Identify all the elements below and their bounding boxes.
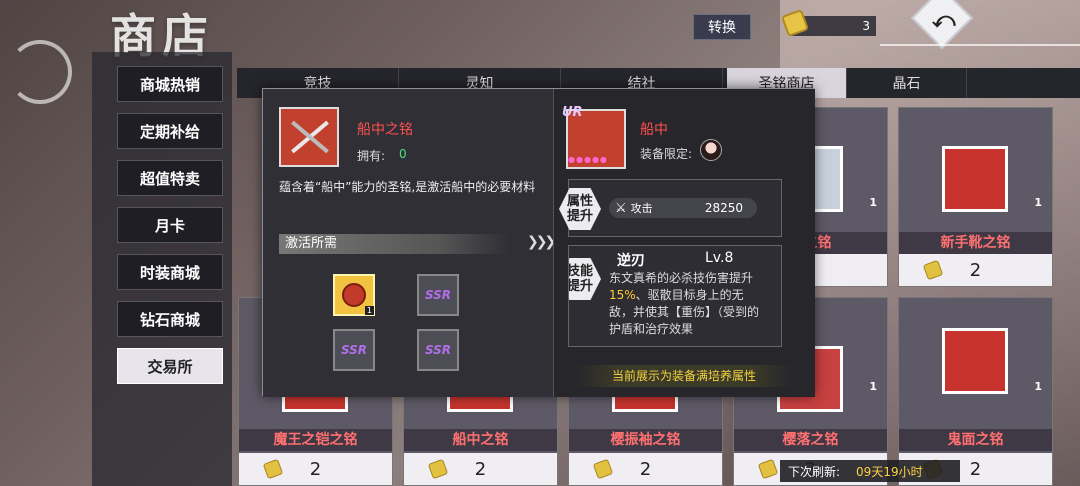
- sword-item-icon: [279, 107, 339, 167]
- sidebar-item-supply[interactable]: 定期补给: [117, 113, 223, 149]
- gold-sigil-icon: [342, 283, 366, 307]
- skill-name: 逆刃: [617, 253, 645, 269]
- card-price: 2: [239, 453, 392, 485]
- skill-level: Lv.8: [705, 250, 734, 266]
- target-name: 船中: [640, 122, 668, 138]
- attribute-box: 属性 提升 ⚔ 攻击 28250: [559, 179, 782, 237]
- sidebar-item-hot-sales[interactable]: 商城热销: [117, 66, 223, 102]
- tab-crystal[interactable]: 晶石: [847, 68, 967, 98]
- sidebar-item-diamond[interactable]: 钻石商城: [117, 301, 223, 337]
- ssr-icon: SSR: [424, 288, 452, 302]
- card-name: 樱振袖之铭: [569, 429, 722, 451]
- crossed-swords-icon: ⚔: [615, 200, 627, 216]
- price-value: 2: [309, 458, 322, 480]
- equip-restriction-label: 装备限定:: [640, 147, 693, 161]
- attack-label: 攻击: [630, 202, 653, 215]
- convert-button[interactable]: 转换: [693, 14, 751, 40]
- sidebar-item-exchange[interactable]: 交易所: [117, 348, 223, 384]
- rarity-badge: UR: [562, 105, 583, 120]
- refresh-timer: 下次刷新: 09天19小时: [780, 460, 960, 482]
- item-count: 1: [1034, 196, 1042, 209]
- header-divider: [880, 44, 1080, 46]
- card-price: 2: [899, 254, 1052, 286]
- sidebar: 商城热销 定期补给 超值特卖 月卡 时装商城 钻石商城 交易所: [92, 52, 232, 486]
- material-slot[interactable]: 1: [333, 274, 375, 316]
- material-slot[interactable]: SSR: [417, 329, 459, 371]
- tag-coin-icon: [427, 458, 449, 480]
- card-name: 魔王之铠之铭: [239, 429, 392, 451]
- attribute-hex-label: 属性 提升: [559, 188, 601, 230]
- tag-coin-icon: [262, 458, 284, 480]
- character-avatar[interactable]: [700, 139, 722, 161]
- card-price: 2: [569, 453, 722, 485]
- target-info-pane: UR ●●●●● 船中 装备限定: 属性 提升 ⚔ 攻击 28250 技能 提升 逆…: [553, 89, 815, 397]
- price-value: 2: [639, 458, 652, 480]
- item-info-pane: 船中之铭 拥有: 0 蕴含着“船中”能力的圣铭,是激活船中的必要材料 激活所需 …: [263, 89, 556, 397]
- owned-value: 0: [399, 147, 407, 161]
- shop-card[interactable]: 1 新手靴之铭 2: [898, 107, 1053, 287]
- material-slot[interactable]: SSR: [417, 274, 459, 316]
- price-value: 2: [969, 458, 982, 480]
- max-stats-note: 当前展示为装备满培养属性: [574, 365, 794, 387]
- oni-mask-item-icon: [942, 328, 1008, 394]
- sidebar-item-monthly-card[interactable]: 月卡: [117, 207, 223, 243]
- item-name: 船中之铭: [357, 122, 413, 138]
- card-name: 新手靴之铭: [899, 232, 1052, 254]
- item-detail-popup: 船中之铭 拥有: 0 蕴含着“船中”能力的圣铭,是激活船中的必要材料 激活所需 …: [262, 88, 815, 397]
- skill-desc-part: 东文真希的必杀技伤害提升: [609, 271, 754, 285]
- material-slot[interactable]: SSR: [333, 329, 375, 371]
- ssr-icon: SSR: [424, 343, 452, 357]
- star-rating: ●●●●●: [568, 155, 608, 164]
- ring-decoration: [8, 40, 72, 104]
- skill-box: 技能 提升 逆刃 Lv.8 东文真希的必杀技伤害提升15%、驱散目标身上的无敌，并…: [568, 245, 782, 347]
- tag-coin-icon: [757, 458, 779, 480]
- sidebar-item-fashion[interactable]: 时装商城: [117, 254, 223, 290]
- item-description: 蕴含着“船中”能力的圣铭,是激活船中的必要材料: [279, 180, 536, 194]
- price-value: 2: [474, 458, 487, 480]
- material-count: 1: [364, 306, 374, 315]
- activate-requirements-header: 激活所需: [279, 234, 509, 254]
- attack-stat-row: ⚔ 攻击 28250: [609, 198, 757, 218]
- currency-amount: 3: [862, 19, 870, 33]
- item-count: 1: [1034, 380, 1042, 393]
- shop-card[interactable]: 1 鬼面之铭 2: [898, 297, 1053, 486]
- item-count: 1: [869, 196, 877, 209]
- currency-display: 3: [780, 8, 876, 38]
- arrow-right-icon: ❯❯❯: [527, 234, 556, 250]
- ssr-icon: SSR: [340, 343, 368, 357]
- skill-hex-label: 技能 提升: [569, 258, 601, 300]
- tag-coin-icon: [922, 259, 944, 281]
- price-value: 2: [969, 259, 982, 281]
- card-name: 鬼面之铭: [899, 429, 1052, 451]
- skill-desc-highlight: 15%: [609, 288, 636, 302]
- back-button[interactable]: ⤺: [908, 0, 974, 50]
- card-price: 2: [404, 453, 557, 485]
- item-count: 1: [869, 380, 877, 393]
- boot-item-icon: [942, 146, 1008, 212]
- skill-description: 东文真希的必杀技伤害提升15%、驱散目标身上的无敌，并使其【重伤】（受到的护盾和…: [609, 270, 765, 338]
- refresh-time: 09天19小时: [856, 464, 923, 479]
- attack-value: 28250: [704, 201, 743, 215]
- card-name: 樱落之铭: [734, 429, 887, 451]
- back-arrow-icon: ⤺: [932, 8, 956, 33]
- tag-coin-icon: [592, 458, 614, 480]
- refresh-label: 下次刷新:: [788, 464, 841, 479]
- card-name: 船中之铭: [404, 429, 557, 451]
- sidebar-item-special-sale[interactable]: 超值特卖: [117, 160, 223, 196]
- owned-label: 拥有:: [357, 149, 386, 163]
